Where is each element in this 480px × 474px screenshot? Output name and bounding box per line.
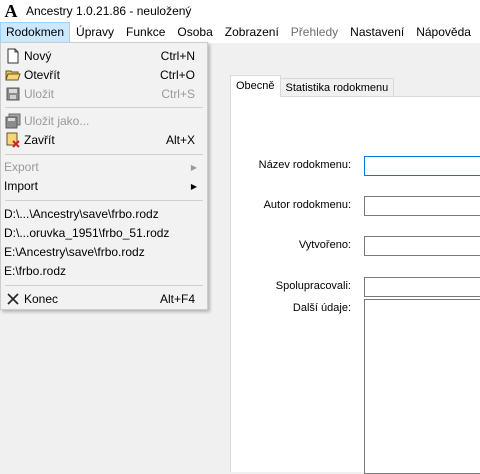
menu-upravy[interactable]: Úpravy: [70, 23, 120, 42]
recent-file-label: D:\...\Ancestry\save\frbo.rodz: [4, 207, 159, 221]
form-row-dalsi: Další údaje:: [231, 299, 480, 474]
tab-body-obecne: Název rodokmenu: Autor rodokmenu: Vytvoř…: [230, 96, 480, 474]
ulozit-label: Uložit: [24, 87, 55, 101]
dalsi-textarea[interactable]: [364, 299, 480, 474]
submenu-arrow-icon: ▶: [190, 181, 197, 191]
menu-prehledy[interactable]: Přehledy: [285, 23, 344, 42]
spolupracovali-input[interactable]: [364, 277, 480, 297]
autor-input[interactable]: [364, 196, 480, 216]
zavrit-label: Zavřít: [24, 133, 55, 147]
menu-item-recent-4[interactable]: E:\frbo.rodz: [3, 261, 205, 281]
submenu-arrow-icon: ▶: [190, 162, 197, 172]
recent-file-label: D:\...oruvka_1951\frbo_51.rodz: [4, 226, 170, 240]
menu-separator: [5, 107, 203, 108]
menu-item-ulozit[interactable]: Uložit Ctrl+S: [3, 84, 205, 104]
zavrit-shortcut: Alt+X: [165, 133, 195, 147]
menu-item-konec[interactable]: Konec Alt+F4: [3, 289, 205, 309]
save-icon: [3, 84, 23, 104]
menu-item-otevrit[interactable]: Otevřít Ctrl+O: [3, 65, 205, 85]
menu-funkce[interactable]: Funkce: [120, 23, 171, 42]
import-label: Import: [4, 179, 39, 193]
app-logo-icon: A: [4, 1, 18, 21]
menu-item-import[interactable]: Import ▶: [3, 176, 205, 196]
export-label: Export: [4, 160, 39, 174]
menu-rodokmen[interactable]: Rodokmen: [0, 22, 71, 43]
menu-item-recent-2[interactable]: D:\...oruvka_1951\frbo_51.rodz: [3, 223, 205, 243]
menu-item-recent-3[interactable]: E:\Ancestry\save\frbo.rodz: [3, 242, 205, 262]
menu-item-recent-1[interactable]: D:\...\Ancestry\save\frbo.rodz: [3, 204, 205, 224]
menu-item-zavrit[interactable]: Zavřít Alt+X: [3, 130, 205, 150]
window-title: Ancestry 1.0.21.86 - neuložený: [26, 4, 192, 18]
otevrit-shortcut: Ctrl+O: [159, 68, 195, 82]
ulozit-jako-label: Uložit jako...: [24, 114, 90, 128]
menu-item-ulozit-jako[interactable]: Uložit jako...: [3, 111, 205, 131]
menu-zobrazeni[interactable]: Zobrazení: [219, 23, 285, 42]
novy-label: Nový: [24, 49, 52, 63]
nazev-label: Název rodokmenu:: [258, 159, 351, 171]
rodokmen-dropdown-menu: Nový Ctrl+N Otevřít Ctrl+O Uložit Ctrl+S: [0, 42, 208, 310]
ulozit-shortcut: Ctrl+S: [161, 87, 195, 101]
menu-item-export[interactable]: Export ▶: [3, 157, 205, 177]
konec-label: Konec: [24, 292, 59, 306]
vytvoreno-label: Vytvořeno:: [298, 239, 351, 251]
konec-shortcut: Alt+F4: [159, 292, 195, 306]
menu-separator: [5, 200, 203, 201]
otevrit-label: Otevřít: [24, 68, 61, 82]
exit-icon: [3, 289, 23, 309]
tab-strip: Obecně Statistika rodokmenu: [230, 75, 395, 97]
menu-nastaveni[interactable]: Nastavení: [344, 23, 410, 42]
form-row-spolupracovali: Spolupracovali:: [231, 277, 480, 299]
title-bar: A Ancestry 1.0.21.86 - neuložený: [0, 0, 480, 22]
dalsi-label: Další údaje:: [292, 302, 351, 314]
panel-splitter[interactable]: [216, 43, 226, 471]
form-row-nazev: Název rodokmenu:: [231, 156, 480, 178]
nazev-input[interactable]: [364, 156, 480, 176]
open-folder-icon: [3, 65, 23, 85]
recent-file-label: E:\frbo.rodz: [4, 264, 67, 278]
new-file-icon: [3, 46, 23, 66]
tab-statistika[interactable]: Statistika rodokmenu: [279, 78, 395, 97]
spolupracovali-label: Spolupracovali:: [275, 280, 351, 292]
close-file-icon: [3, 130, 23, 150]
vytvoreno-input[interactable]: [364, 236, 480, 256]
form-row-autor: Autor rodokmenu:: [231, 196, 480, 218]
autor-label: Autor rodokmenu:: [263, 199, 351, 211]
form-row-vytvoreno: Vytvořeno:: [231, 236, 480, 258]
novy-shortcut: Ctrl+N: [160, 49, 195, 63]
menu-napoveda[interactable]: Nápověda: [410, 23, 477, 42]
menu-separator: [5, 154, 203, 155]
menu-item-novy[interactable]: Nový Ctrl+N: [3, 46, 205, 66]
recent-file-label: E:\Ancestry\save\frbo.rodz: [4, 245, 145, 259]
properties-tabs: Obecně Statistika rodokmenu Název rodokm…: [230, 75, 480, 474]
save-as-icon: [3, 111, 23, 131]
menu-bar: Rodokmen Úpravy Funkce Osoba Zobrazení P…: [0, 22, 480, 43]
menu-osoba[interactable]: Osoba: [171, 23, 218, 42]
tab-obecne[interactable]: Obecně: [230, 75, 281, 97]
menu-separator: [5, 285, 203, 286]
